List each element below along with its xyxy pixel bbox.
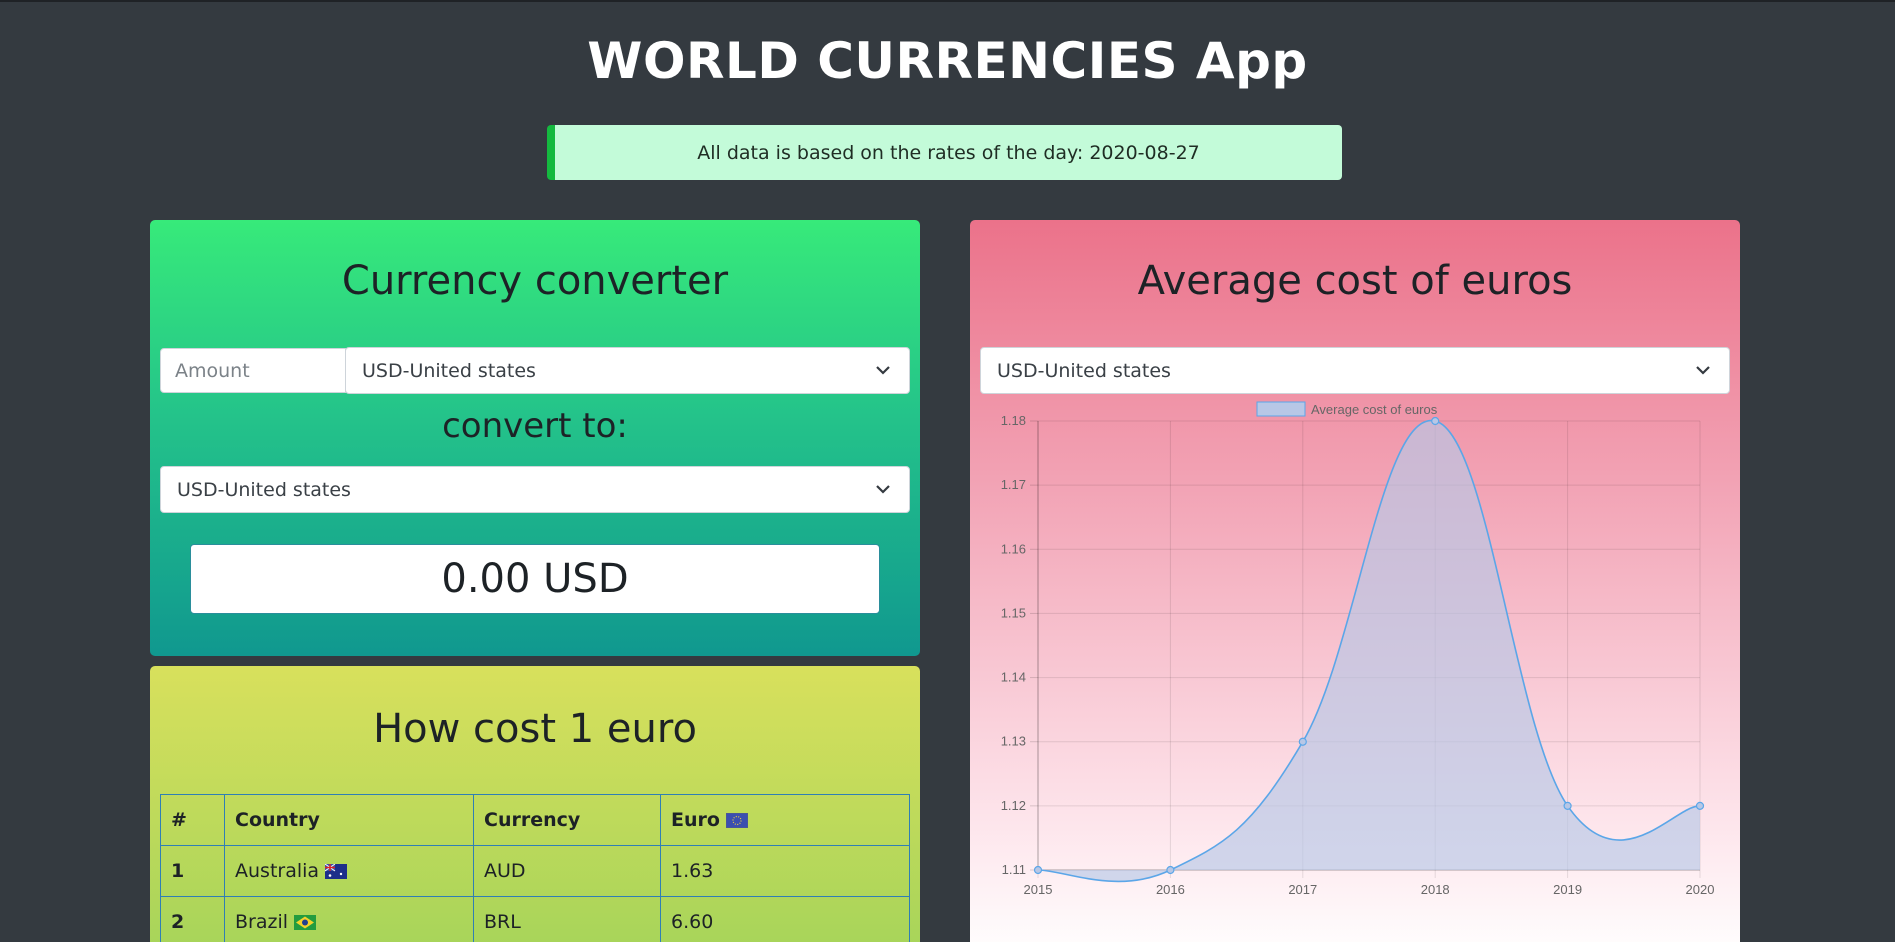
euro-rates-table: # Country Currency Euro 1 Australia AUD … [160, 794, 910, 942]
brazil-flag-icon [294, 915, 317, 930]
average-cost-heading: Average cost of euros [1137, 258, 1573, 304]
x-tick-label: 2017 [1288, 882, 1317, 897]
column-header-country: Country [224, 794, 474, 846]
y-tick-label: 1.12 [1001, 798, 1026, 813]
data-point [1298, 737, 1307, 746]
row-country: Brazil [224, 896, 474, 942]
x-tick-label: 2019 [1553, 882, 1582, 897]
legend-label: Average cost of euros [1311, 402, 1438, 417]
row-currency: BRL [473, 896, 661, 942]
chevron-down-icon [1696, 366, 1710, 375]
amount-input[interactable]: Amount [160, 348, 346, 393]
y-tick-label: 1.17 [1001, 477, 1026, 492]
from-currency-value: USD-United states [362, 359, 536, 382]
row-euro: 1.63 [660, 845, 910, 897]
to-currency-select[interactable]: USD-United states [160, 466, 910, 513]
y-tick-label: 1.18 [1001, 413, 1026, 428]
converter-panel: Currency converter Amount USD-United sta… [150, 220, 920, 656]
y-tick-label: 1.16 [1001, 541, 1026, 556]
table-row: 1 Australia AUD 1.63 [160, 845, 910, 897]
row-euro: 6.60 [660, 896, 910, 942]
series-area [1038, 420, 1700, 882]
column-header-number: # [160, 794, 225, 846]
x-tick-label: 2018 [1421, 882, 1450, 897]
data-point [1695, 801, 1705, 810]
data-point [1563, 801, 1572, 810]
convert-to-label: convert to: [442, 406, 628, 446]
amount-placeholder: Amount [175, 359, 250, 382]
app-title: WORLD CURRENCIES App [587, 32, 1308, 90]
y-tick-label: 1.14 [1001, 670, 1026, 685]
chevron-down-icon [876, 366, 890, 375]
data-point [1431, 416, 1440, 426]
row-currency: AUD [473, 845, 661, 897]
x-tick-label: 2016 [1156, 882, 1185, 897]
x-tick-label: 2020 [1686, 882, 1715, 897]
row-number: 2 [160, 896, 225, 942]
data-point [1033, 865, 1043, 875]
chart-currency-select[interactable]: USD-United states [980, 347, 1730, 394]
y-tick-label: 1.13 [1001, 734, 1026, 749]
legend-swatch [1256, 401, 1306, 417]
australia-flag-icon [325, 864, 348, 879]
y-tick-label: 1.11 [1002, 862, 1026, 877]
y-tick-label: 1.15 [1001, 605, 1026, 620]
euro-rates-heading: How cost 1 euro [373, 706, 697, 752]
column-header-euro: Euro [660, 794, 910, 846]
table-row: 2 Brazil BRL 6.60 [160, 896, 910, 942]
chart-currency-value: USD-United states [997, 359, 1171, 382]
table-header-row: # Country Currency Euro [160, 794, 910, 846]
data-point [1166, 865, 1175, 875]
x-tick-label: 2015 [1024, 882, 1053, 897]
eu-flag-icon [725, 813, 748, 828]
date-banner: All data is based on the rates of the da… [547, 125, 1342, 180]
converter-heading: Currency converter [341, 258, 729, 304]
to-currency-value: USD-United states [177, 478, 351, 501]
average-cost-panel: Average cost of euros USD-United states … [970, 220, 1740, 942]
conversion-result: 0.00 USD [190, 544, 880, 614]
chevron-down-icon [876, 485, 890, 494]
from-currency-select[interactable]: USD-United states [345, 347, 910, 394]
row-number: 1 [160, 845, 225, 897]
column-header-currency: Currency [473, 794, 661, 846]
row-country: Australia [224, 845, 474, 897]
average-cost-line-chart: Average cost of euros 1.18 1.17 1.16 1.15 1.1… [1001, 401, 1715, 897]
euro-rates-panel: How cost 1 euro # Country Currency Euro … [150, 666, 920, 942]
